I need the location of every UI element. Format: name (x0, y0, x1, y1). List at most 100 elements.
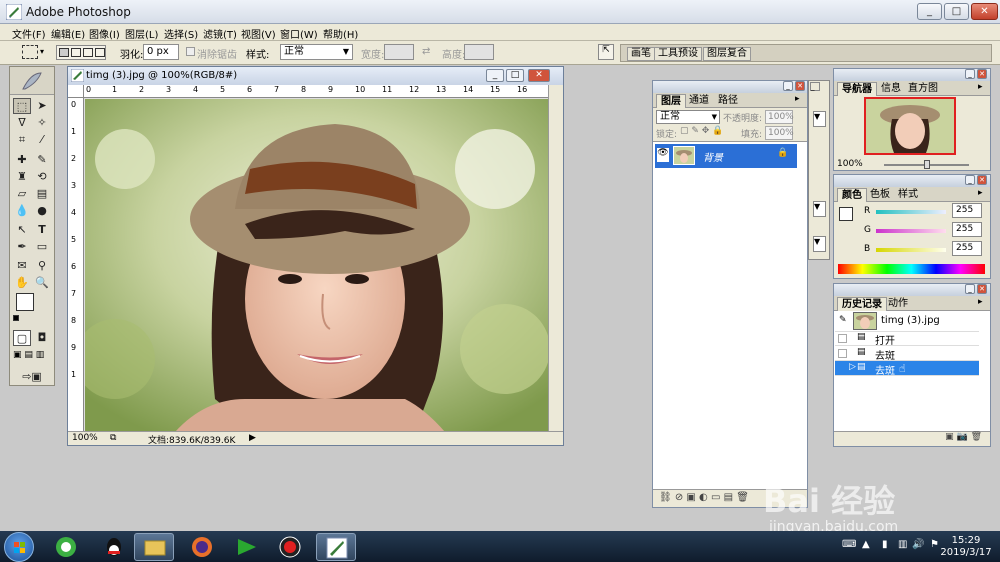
panel-minimize-button[interactable]: _ (965, 284, 975, 294)
tray-network-icon[interactable]: ▥ (898, 539, 907, 550)
taskbar-photoshop-icon[interactable] (316, 533, 356, 561)
tab-info[interactable]: 信息 (877, 82, 905, 96)
menu-edit[interactable]: 编辑(E) (51, 26, 85, 41)
history-brush-source-icon[interactable]: ✎ (839, 315, 847, 325)
start-button[interactable] (4, 532, 34, 562)
notes-tool[interactable]: ✉ (13, 258, 31, 274)
maximize-button[interactable]: □ (944, 3, 969, 20)
menu-filter[interactable]: 滤镜(T) (203, 26, 237, 41)
intersect-selection-icon[interactable] (95, 48, 105, 57)
menu-file[interactable]: 文件(F) (12, 26, 46, 41)
style-select[interactable]: 正常 ▼ (280, 44, 353, 60)
tab-actions[interactable]: 动作 (884, 297, 912, 311)
opacity-input[interactable]: 100% (765, 110, 794, 124)
history-step[interactable]: ▤ 打开 (835, 331, 979, 347)
history-step-selected[interactable]: ▷ ▤ 去斑 ☝ (835, 361, 979, 377)
vertical-scrollbar[interactable] (548, 85, 563, 432)
channel-g-input[interactable]: 255 (952, 222, 982, 237)
tab-color[interactable]: 颜色 (837, 188, 867, 202)
channel-r-slider[interactable] (876, 210, 946, 214)
collapsed-minimize-button[interactable]: _ (810, 82, 820, 91)
tool-presets-tab[interactable]: 工具预设 (654, 47, 702, 61)
file-browser-icon[interactable]: ⇱ (598, 44, 614, 60)
add-selection-icon[interactable] (71, 48, 81, 57)
vertical-ruler[interactable]: 0 1 2 3 4 5 6 7 8 9 1 (68, 98, 84, 432)
channel-g-slider[interactable] (876, 229, 946, 233)
panel-minimize-button[interactable]: _ (783, 81, 793, 91)
image-canvas[interactable] (85, 99, 548, 432)
marquee-tool[interactable]: ⬚ (13, 98, 31, 114)
history-brush-tool[interactable]: ⟲ (33, 169, 51, 185)
crop-tool[interactable]: ⌗ (13, 132, 31, 148)
eye-icon[interactable]: 👁 (657, 148, 669, 162)
slider-thumb[interactable] (924, 160, 930, 169)
height-input[interactable] (464, 44, 494, 60)
navigator-zoom-value[interactable]: 100% (837, 159, 863, 169)
path-selection-tool[interactable]: ↖ (13, 222, 31, 238)
tab-navigator[interactable]: 导航器 (837, 82, 877, 96)
antialias-checkbox[interactable] (186, 47, 195, 56)
taskbar-recorder-icon[interactable] (270, 533, 310, 561)
panel-close-button[interactable]: ✕ (977, 175, 987, 185)
tab-histogram[interactable]: 直方图 (904, 82, 942, 96)
taskbar-360-browser-icon[interactable] (46, 533, 86, 561)
history-step[interactable]: ▤ 去斑 (835, 346, 979, 362)
tab-history[interactable]: 历史记录 (837, 297, 887, 311)
state-slider-icon[interactable]: ▷ (849, 362, 856, 372)
history-brush-source-box[interactable] (838, 349, 847, 358)
layer-comps-tab[interactable]: 图层复合 (703, 47, 751, 61)
brushes-tab[interactable]: 画笔 (627, 47, 655, 61)
magic-wand-tool[interactable]: ✧ (33, 115, 51, 131)
layer-row-background[interactable]: 👁 背景 🔒 (655, 144, 797, 168)
blur-tool[interactable]: 💧 (13, 203, 31, 219)
channel-b-input[interactable]: 255 (952, 241, 982, 256)
panel-menu-icon[interactable]: ▸ (978, 297, 983, 307)
tray-volume-icon[interactable]: 🔊 (912, 539, 924, 550)
collapsed-dropdown-3[interactable]: ▼ (813, 236, 826, 252)
status-menu-icon[interactable]: ⧉ (110, 433, 116, 443)
zoom-tool[interactable]: 🔍 (33, 275, 51, 291)
pen-tool[interactable]: ✒ (13, 239, 31, 255)
taskbar-qq-icon[interactable] (94, 533, 134, 561)
history-footer-buttons[interactable]: ▣ 📷 🗑 (834, 431, 990, 446)
lasso-tool[interactable]: ᐁ (13, 115, 31, 131)
hand-tool[interactable]: ✋ (13, 275, 31, 291)
new-selection-icon[interactable] (59, 48, 69, 57)
tray-device-icon[interactable]: ▮ (882, 539, 888, 550)
dodge-tool[interactable]: ● (33, 203, 51, 219)
collapsed-dropdown-2[interactable]: ▼ (813, 201, 826, 217)
zoom-level[interactable]: 100% (72, 433, 98, 443)
brush-tool[interactable]: ✎ (33, 152, 51, 168)
tab-styles[interactable]: 样式 (894, 188, 922, 202)
panel-menu-icon[interactable]: ▸ (795, 94, 800, 104)
history-brush-source-box[interactable] (838, 334, 847, 343)
tray-keyboard-icon[interactable]: ⌨ (842, 539, 856, 550)
tab-swatches[interactable]: 色板 (866, 188, 894, 202)
move-tool[interactable]: ➤ (33, 98, 51, 114)
blend-mode-select[interactable]: 正常 ▼ (656, 110, 720, 124)
feather-input[interactable]: 0 px (143, 44, 179, 60)
marquee-tool-icon[interactable] (22, 45, 38, 59)
color-spectrum-ramp[interactable] (838, 264, 985, 274)
navigator-preview[interactable] (864, 97, 956, 155)
menu-view[interactable]: 视图(V) (241, 26, 276, 41)
channel-r-input[interactable]: 255 (952, 203, 982, 218)
fill-input[interactable]: 100% (765, 126, 794, 140)
panel-close-button[interactable]: ✕ (795, 81, 805, 91)
taskbar-clock[interactable]: 15:29 2019/3/17 (938, 535, 994, 559)
lock-icons[interactable]: ▢ ✎ ✥ 🔒 (680, 126, 723, 136)
taskbar-explorer-icon[interactable] (134, 533, 174, 561)
healing-brush-tool[interactable]: ✚ (13, 152, 31, 168)
default-colors-icon[interactable] (13, 315, 19, 321)
doc-maximize-button[interactable]: □ (506, 69, 524, 82)
type-tool[interactable]: T (33, 222, 51, 238)
panel-close-button[interactable]: ✕ (977, 69, 987, 79)
screen-mode-buttons[interactable]: ▣ ▤ ▥ (13, 350, 53, 364)
status-arrow-icon[interactable]: ▶ (249, 433, 256, 443)
eyedropper-tool[interactable]: ⚲ (33, 258, 51, 274)
jump-to-imageready-button[interactable]: ⇨▣ (13, 369, 51, 385)
panel-close-button[interactable]: ✕ (977, 284, 987, 294)
minimize-button[interactable]: _ (917, 3, 942, 20)
slice-tool[interactable]: ⁄ (33, 132, 51, 148)
collapsed-dropdown[interactable]: ▼ (813, 111, 826, 127)
